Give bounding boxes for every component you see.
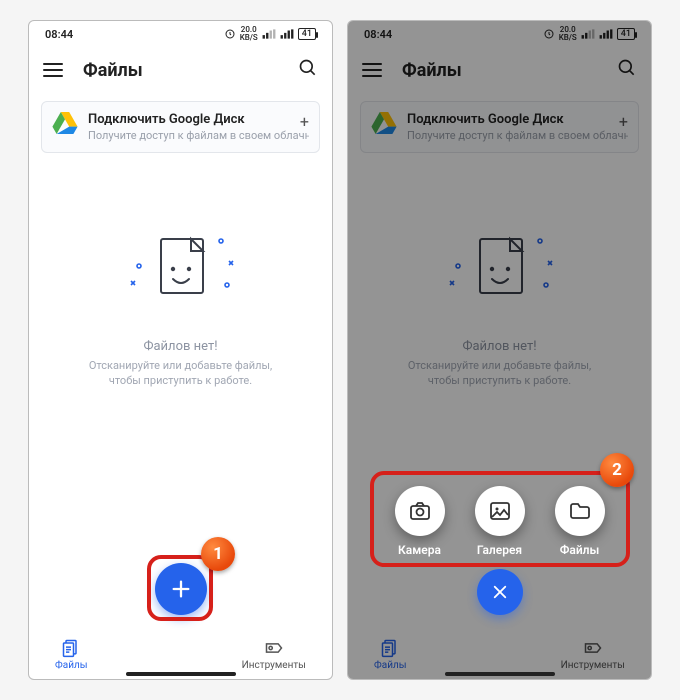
action-gallery-label: Галерея	[477, 543, 522, 557]
status-bar: 08:44 20.0KB/S 41	[29, 21, 332, 47]
search-icon[interactable]	[298, 58, 318, 83]
empty-title: Файлов нет!	[143, 339, 217, 354]
fab-close-button[interactable]	[477, 569, 523, 615]
empty-subtitle: Отсканируйте или добавьте файлы, чтобы п…	[76, 358, 286, 389]
plus-icon[interactable]: +	[300, 112, 309, 131]
step-badge-1: 1	[201, 537, 235, 571]
screen-1: 08:44 20.0KB/S 41 Файлы Подключить Googl…	[28, 20, 333, 680]
fab-actions: Камера Галерея Файлы	[348, 486, 651, 557]
camera-icon	[395, 486, 445, 536]
fab-add-button[interactable]	[155, 563, 207, 615]
menu-icon[interactable]	[43, 63, 63, 77]
empty-illustration	[121, 221, 241, 325]
nav-tools[interactable]: Инструменты	[242, 638, 306, 671]
connect-drive-card[interactable]: Подключить Google Диск Получите доступ к…	[41, 101, 320, 153]
page-title: Файлы	[83, 60, 143, 81]
status-time: 08:44	[45, 28, 73, 41]
action-camera-label: Камера	[398, 543, 441, 557]
action-gallery[interactable]: Галерея	[475, 486, 525, 557]
status-icons: 20.0KB/S 41	[224, 26, 316, 42]
google-drive-icon	[52, 112, 78, 138]
nav-tools-label: Инструменты	[242, 660, 306, 671]
drive-subtitle: Получите доступ к файлам в своем облачно…	[88, 129, 309, 142]
app-bar: Файлы	[29, 47, 332, 93]
screen-2: 08:44 20.0KB/S 41 Файлы Подключить Googl…	[347, 20, 652, 680]
nav-files[interactable]: Файлы	[55, 638, 87, 671]
step-badge-2: 2	[600, 453, 634, 487]
home-indicator	[126, 672, 236, 676]
nav-files-label: Файлы	[55, 660, 87, 671]
action-files-label: Файлы	[560, 543, 600, 557]
home-indicator	[445, 672, 555, 676]
folder-icon	[555, 486, 605, 536]
action-camera[interactable]: Камера	[395, 486, 445, 557]
drive-title: Подключить Google Диск	[88, 112, 309, 127]
empty-state: Файлов нет! Отсканируйте или добавьте фа…	[29, 161, 332, 623]
bottom-nav: Файлы Инструменты	[29, 623, 332, 679]
battery-icon: 41	[298, 28, 316, 40]
gallery-icon	[475, 486, 525, 536]
action-files[interactable]: Файлы	[555, 486, 605, 557]
